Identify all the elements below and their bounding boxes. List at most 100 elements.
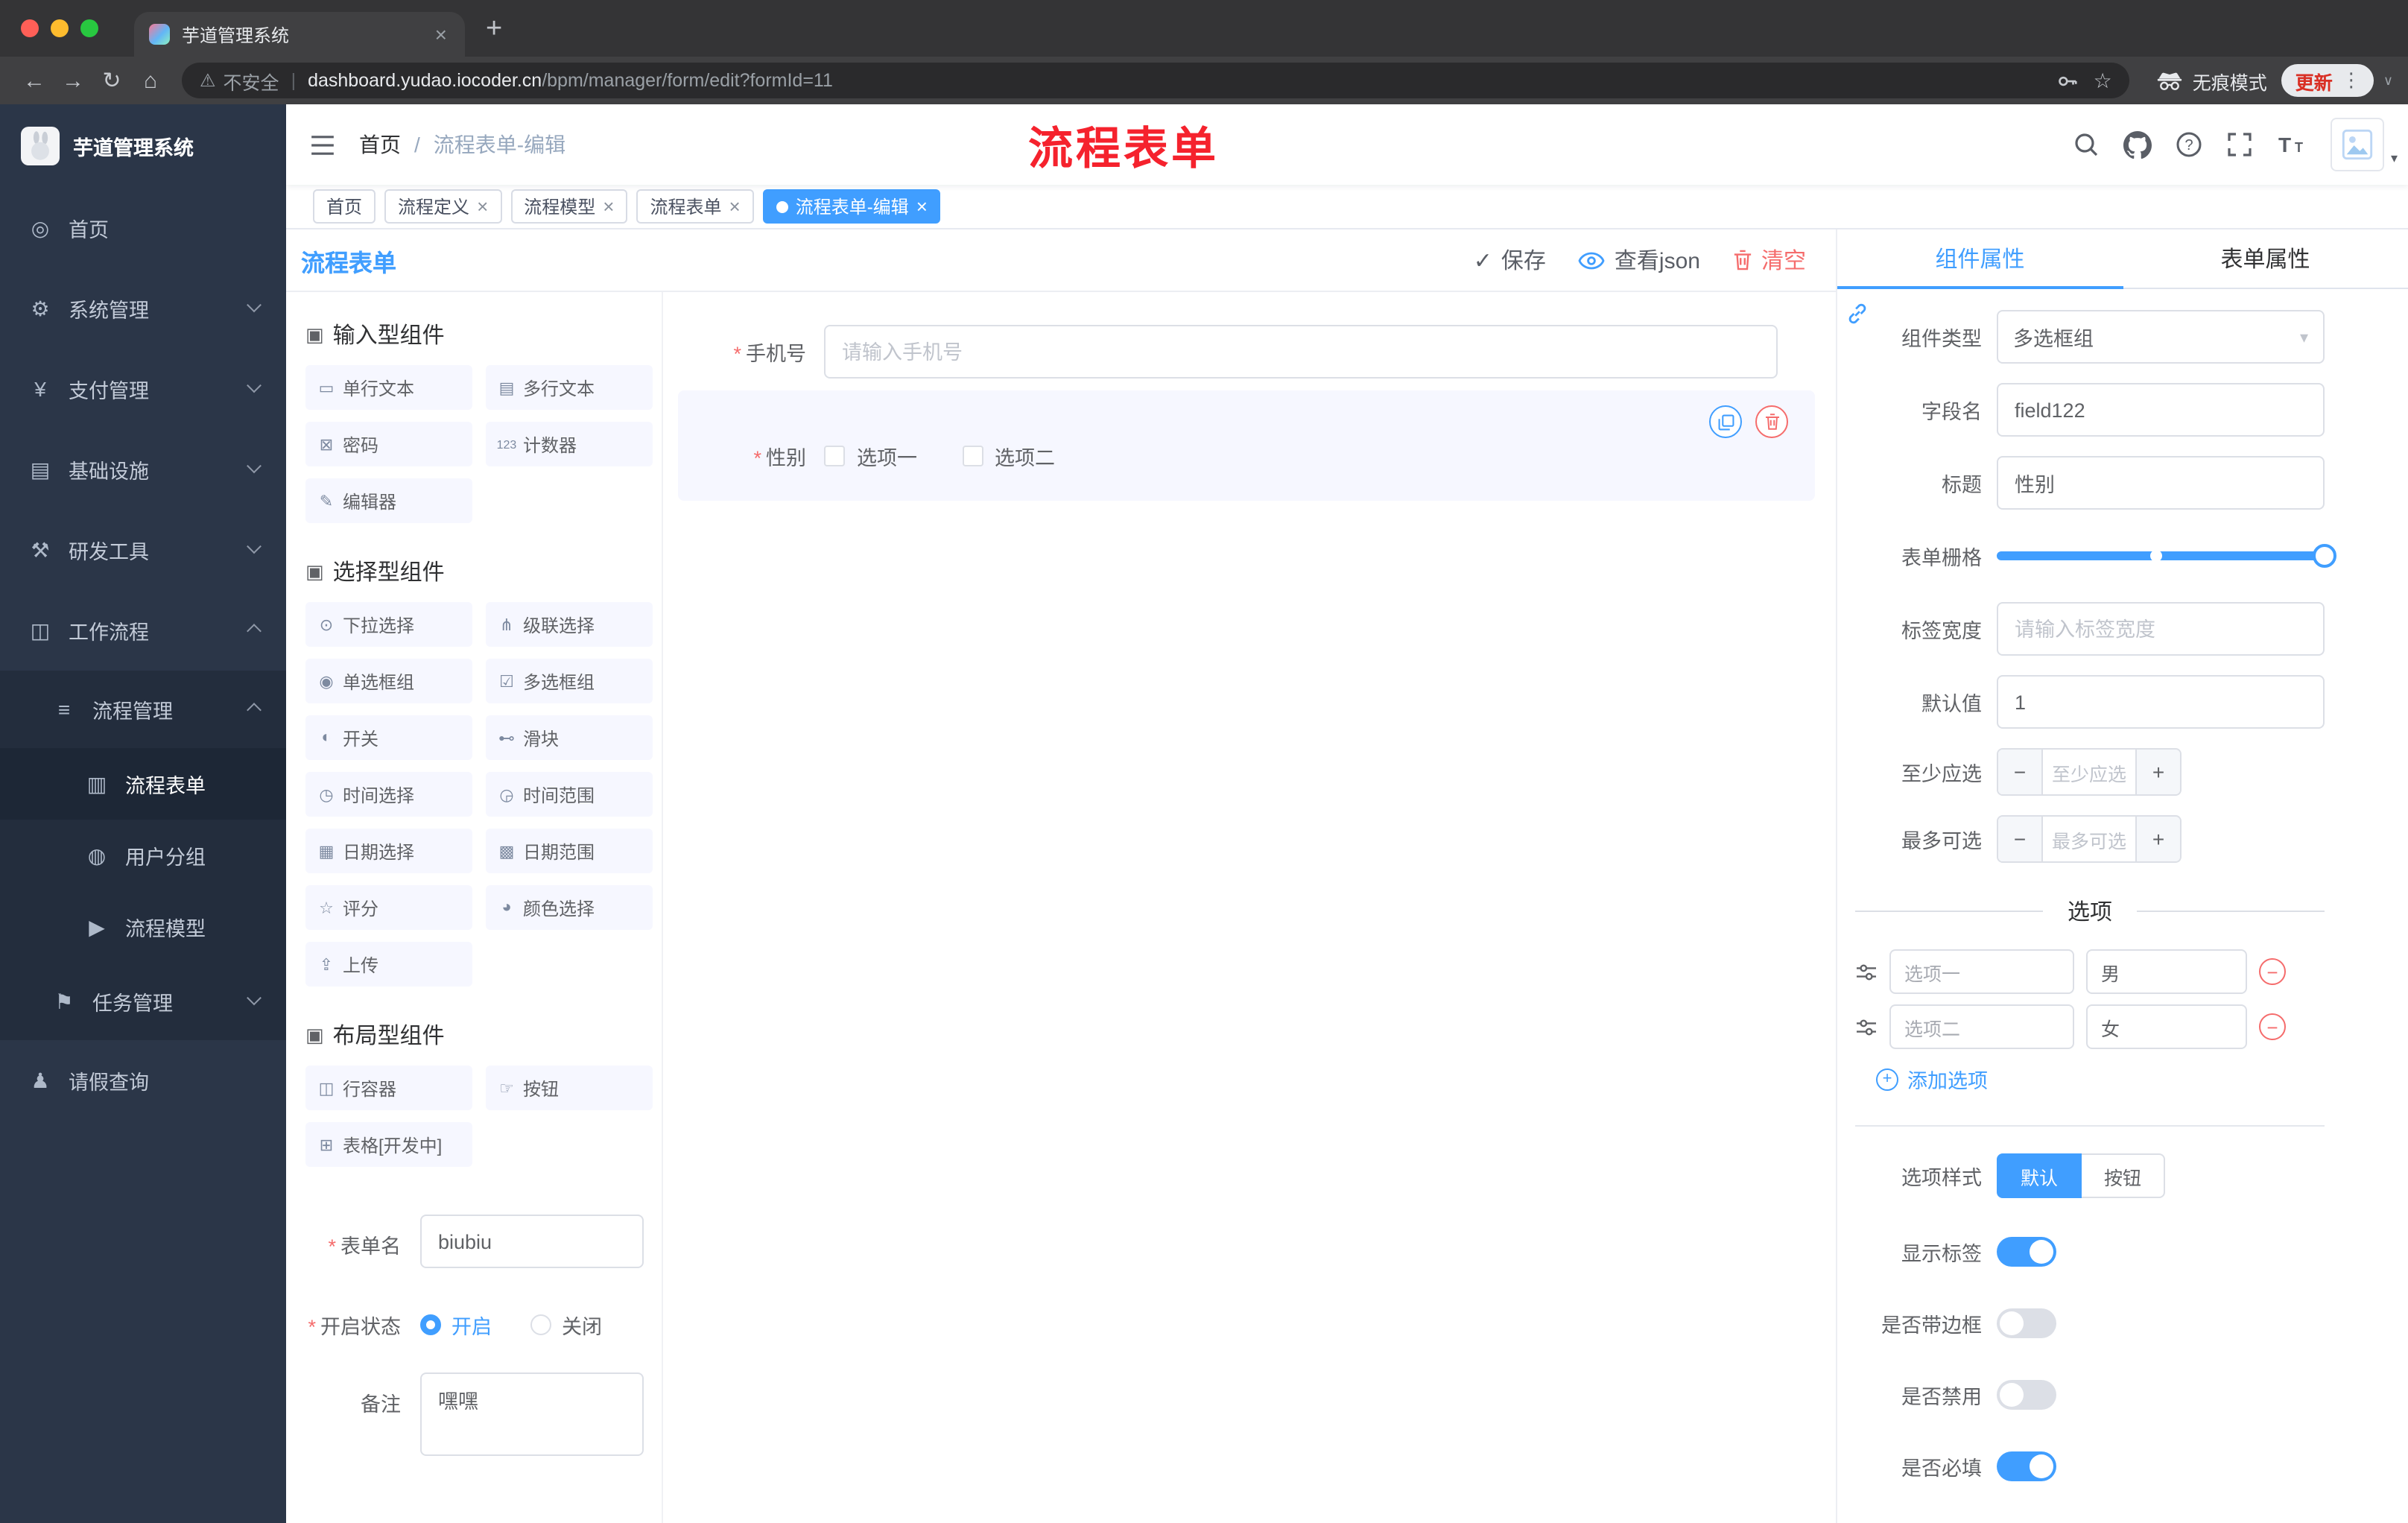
fullscreen-icon[interactable] <box>2226 131 2253 158</box>
remove-option-icon[interactable]: − <box>2259 1013 2286 1040</box>
slider-track[interactable] <box>1997 544 2336 568</box>
chrome-update-button[interactable]: 更新 ⋮ <box>2281 64 2374 97</box>
sidebar-item-leave-query[interactable]: ♟ 请假查询 <box>0 1040 286 1121</box>
palette-item-switch[interactable]: ◐ 开关 <box>305 715 472 760</box>
option-value-input[interactable] <box>2086 1004 2247 1049</box>
palette-item-select[interactable]: ⊙ 下拉选择 <box>305 602 472 647</box>
palette-item-cascader[interactable]: ⋔ 级联选择 <box>486 602 653 647</box>
label-width-input[interactable] <box>1997 602 2325 656</box>
address-bar[interactable]: ⚠ 不安全 | dashboard.yudao.iocoder.cn /bpm/… <box>182 63 2130 98</box>
max-select-value[interactable]: 最多可选 <box>2041 817 2137 861</box>
palette-item-date-picker[interactable]: ▦ 日期选择 <box>305 829 472 873</box>
min-select-stepper[interactable]: − 至少应选 + <box>1997 748 2182 796</box>
close-icon[interactable]: × <box>477 197 488 216</box>
phone-input[interactable] <box>824 325 1778 379</box>
save-button[interactable]: ✓ 保存 <box>1474 244 1546 276</box>
status-on-radio[interactable]: 开启 <box>420 1310 492 1340</box>
max-select-stepper[interactable]: − 最多可选 + <box>1997 815 2182 863</box>
palette-item-time-picker[interactable]: ◷ 时间选择 <box>305 772 472 817</box>
close-icon[interactable]: × <box>603 197 614 216</box>
minus-icon[interactable]: − <box>1998 817 2041 861</box>
option-label-input[interactable] <box>1889 949 2074 994</box>
tab-close-icon[interactable]: × <box>432 22 450 46</box>
password-key-icon[interactable] <box>2056 69 2079 92</box>
sidebar-item-task-management[interactable]: ⚑ 任务管理 <box>0 963 286 1040</box>
min-select-value[interactable]: 至少应选 <box>2041 750 2137 794</box>
close-icon[interactable]: × <box>916 197 928 216</box>
link-icon[interactable] <box>1842 298 1872 328</box>
status-off-radio[interactable]: 关闭 <box>530 1310 602 1340</box>
reload-icon[interactable]: ↻ <box>92 67 131 94</box>
default-value-input[interactable] <box>1997 675 2325 729</box>
view-json-button[interactable]: 查看json <box>1579 244 1700 276</box>
remark-textarea[interactable]: 嘿嘿 <box>420 1372 644 1456</box>
field-name-input[interactable] <box>1997 383 2325 437</box>
palette-item-table[interactable]: ⊞ 表格[开发中] <box>305 1122 472 1167</box>
sidebar-item-process-model[interactable]: ▶ 流程模型 <box>0 891 286 963</box>
tag-process-form-edit[interactable]: 流程表单-编辑 × <box>762 189 941 224</box>
plus-icon[interactable]: + <box>2137 750 2180 794</box>
help-icon[interactable]: ? <box>2176 131 2202 158</box>
maximize-window-button[interactable] <box>80 19 98 37</box>
bookmark-star-icon[interactable]: ☆ <box>2094 68 2112 93</box>
minimize-window-button[interactable] <box>51 19 69 37</box>
drag-handle-icon[interactable] <box>1855 962 1878 981</box>
title-input[interactable] <box>1997 456 2325 510</box>
browser-tab[interactable]: 芋道管理系统 × <box>134 12 465 57</box>
style-default-button[interactable]: 默认 <box>1997 1153 2082 1198</box>
plus-icon[interactable]: + <box>2137 817 2180 861</box>
palette-item-rate[interactable]: ☆ 评分 <box>305 885 472 930</box>
tab-form-props[interactable]: 表单属性 <box>2123 229 2408 288</box>
form-grid-slider[interactable] <box>1997 529 2336 583</box>
sidebar-item-process-management[interactable]: ≡ 流程管理 <box>0 671 286 748</box>
home-icon[interactable]: ⌂ <box>131 68 170 93</box>
tag-process-form[interactable]: 流程表单 × <box>636 189 754 224</box>
show-label-switch[interactable] <box>1997 1237 2056 1267</box>
required-switch[interactable] <box>1997 1451 2056 1481</box>
palette-item-single-text[interactable]: ▭ 单行文本 <box>305 365 472 410</box>
search-icon[interactable] <box>2073 131 2100 158</box>
phone-field-row[interactable]: 手机号 <box>678 325 1815 379</box>
user-avatar[interactable]: ▾ <box>2331 118 2398 171</box>
tab-component-props[interactable]: 组件属性 <box>1837 229 2123 289</box>
collapse-sidebar-icon[interactable] <box>310 135 335 154</box>
gender-option2-checkbox[interactable]: 选项二 <box>962 441 1055 471</box>
sidebar-item-dev-tools[interactable]: ⚒ 研发工具 <box>0 510 286 590</box>
palette-item-slider[interactable]: ⊷ 滑块 <box>486 715 653 760</box>
close-icon[interactable]: × <box>729 197 741 216</box>
gender-option1-checkbox[interactable]: 选项一 <box>824 441 917 471</box>
font-size-icon[interactable]: TT <box>2277 131 2307 158</box>
forward-icon[interactable]: → <box>54 68 92 93</box>
chrome-menu-icon[interactable]: ⋮ <box>2342 69 2361 92</box>
disabled-switch[interactable] <box>1997 1380 2056 1410</box>
palette-item-counter[interactable]: 123 计数器 <box>486 422 653 466</box>
add-option-button[interactable]: + 添加选项 <box>1876 1064 2325 1094</box>
bordered-switch[interactable] <box>1997 1308 2056 1338</box>
back-icon[interactable]: ← <box>15 68 54 93</box>
palette-item-upload[interactable]: ⇪ 上传 <box>305 942 472 987</box>
palette-item-radio-group[interactable]: ◉ 单选框组 <box>305 659 472 703</box>
delete-component-button[interactable] <box>1755 405 1788 438</box>
tag-home[interactable]: 首页 <box>313 189 376 224</box>
palette-item-button[interactable]: ☞ 按钮 <box>486 1066 653 1110</box>
palette-item-password[interactable]: ⊠ 密码 <box>305 422 472 466</box>
gender-field-selected[interactable]: 性别 选项一 选项二 <box>678 390 1815 501</box>
tag-process-model[interactable]: 流程模型 × <box>510 189 628 224</box>
sidebar-item-workflow[interactable]: ◫ 工作流程 <box>0 590 286 671</box>
github-icon[interactable] <box>2123 130 2152 159</box>
sidebar-item-user-group[interactable]: ◍ 用户分组 <box>0 820 286 891</box>
sidebar-item-home[interactable]: ◎ 首页 <box>0 188 286 268</box>
component-type-select[interactable]: 多选框组 ▾ <box>1997 310 2325 364</box>
minus-icon[interactable]: − <box>1998 750 2041 794</box>
palette-item-editor[interactable]: ✎ 编辑器 <box>305 478 472 523</box>
form-name-input[interactable] <box>420 1215 644 1268</box>
palette-item-multi-text[interactable]: ▤ 多行文本 <box>486 365 653 410</box>
sidebar-item-payment[interactable]: ¥ 支付管理 <box>0 349 286 429</box>
copy-component-button[interactable] <box>1709 405 1742 438</box>
new-tab-button[interactable]: + <box>486 14 502 42</box>
palette-item-checkbox-group[interactable]: ☑ 多选框组 <box>486 659 653 703</box>
style-button-button[interactable]: 按钮 <box>2082 1153 2166 1198</box>
palette-item-color-picker[interactable]: ◕ 颜色选择 <box>486 885 653 930</box>
option-value-input[interactable] <box>2086 949 2247 994</box>
palette-item-row-container[interactable]: ◫ 行容器 <box>305 1066 472 1110</box>
